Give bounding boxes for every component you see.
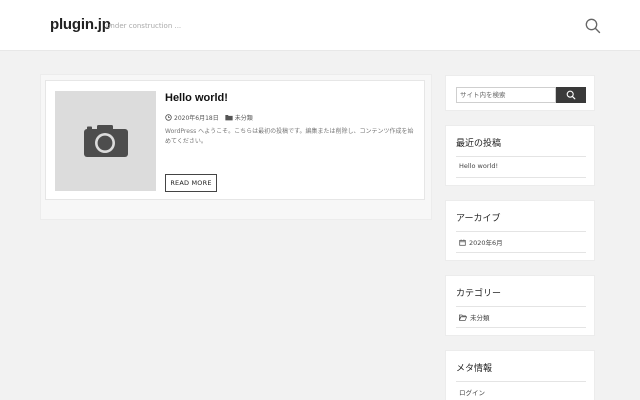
post-excerpt: WordPress へようこそ。こちらは最初の投稿です。編集または削除し、コンテ… — [165, 128, 414, 145]
divider — [456, 252, 586, 253]
search-button[interactable] — [556, 87, 586, 103]
read-more-button[interactable]: READ MORE — [165, 174, 217, 192]
post-card: Hello world! 2020年6月18日 未分類 WordPress へよ… — [45, 80, 425, 200]
archives-widget: アーカイブ 2020年6月 — [445, 200, 595, 261]
folder-icon — [225, 114, 233, 121]
divider — [456, 231, 586, 232]
login-link[interactable]: ログイン — [459, 387, 485, 397]
widget-title: メタ情報 — [456, 364, 493, 374]
site-tagline: under construction ... — [106, 22, 182, 30]
post-category[interactable]: 未分類 — [235, 113, 253, 122]
folder-open-icon — [459, 314, 467, 321]
widget-title: 最近の投稿 — [456, 139, 502, 149]
site-title[interactable]: plugin.jp — [50, 16, 111, 33]
category-label[interactable]: 未分類 — [470, 312, 490, 322]
search-input[interactable] — [456, 87, 556, 103]
site-header: plugin.jp under construction ... — [0, 0, 640, 51]
categories-widget: カテゴリー 未分類 — [445, 275, 595, 336]
post-thumbnail[interactable] — [55, 91, 156, 191]
archive-label[interactable]: 2020年6月 — [469, 237, 503, 247]
divider — [456, 381, 586, 382]
divider — [456, 327, 586, 328]
search-widget — [445, 75, 595, 111]
clock-icon — [165, 114, 172, 121]
meta-widget: メタ情報 ログイン — [445, 350, 595, 400]
widget-title: アーカイブ — [456, 214, 501, 224]
category-link[interactable]: 未分類 — [459, 312, 490, 322]
archive-link[interactable]: 2020年6月 — [459, 237, 503, 247]
recent-post-link[interactable]: Hello world! — [459, 162, 498, 170]
search-icon — [566, 90, 576, 100]
divider — [456, 306, 586, 307]
divider — [456, 156, 586, 157]
post-meta: 2020年6月18日 未分類 — [165, 113, 253, 122]
camera-icon — [83, 125, 128, 157]
post-date[interactable]: 2020年6月18日 — [174, 113, 219, 122]
search-icon[interactable] — [584, 17, 602, 35]
post-title[interactable]: Hello world! — [165, 92, 228, 104]
calendar-icon — [459, 239, 466, 246]
recent-posts-widget: 最近の投稿 Hello world! — [445, 125, 595, 186]
widget-title: カテゴリー — [456, 289, 502, 299]
divider — [456, 177, 586, 178]
